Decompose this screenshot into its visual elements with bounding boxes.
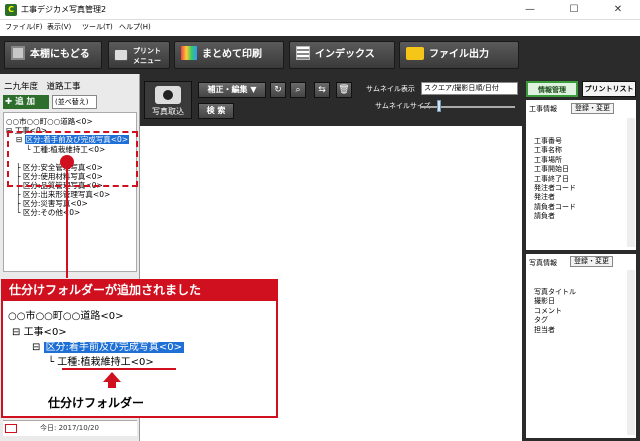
add-folder-button[interactable]: ✚ 追 加 xyxy=(3,95,49,109)
work-field-label: 工事名称 xyxy=(534,146,562,155)
camera-icon xyxy=(155,86,181,104)
zoom-tree-node-site: ○○市○○町○○道路<0> xyxy=(8,311,124,322)
bulk-print-button[interactable]: まとめて印刷 xyxy=(174,41,284,69)
collapse-icon: ⊟ xyxy=(12,327,24,338)
work-field-label: 請負者 xyxy=(534,212,555,221)
print-menu-button[interactable]: プリント メニュー xyxy=(108,41,170,69)
photo-import-button[interactable]: 写真取込 xyxy=(144,81,192,119)
thumbnail-size-slider[interactable] xyxy=(420,106,515,108)
thumbnail-display-select[interactable]: スクエア/撮影日順/日付 xyxy=(421,82,518,95)
index-icon xyxy=(296,46,310,60)
highlight-connector xyxy=(66,168,68,278)
sort-folder-underline xyxy=(62,368,176,370)
photo-field-list: 写真タイトル 撮影日 コメント タグ 担当者 xyxy=(534,288,576,335)
up-arrow-stem xyxy=(108,381,116,388)
work-info-scrollbar[interactable] xyxy=(627,118,635,247)
photo-info-label: 写真情報 xyxy=(529,259,557,267)
tab-print-list[interactable]: プリントリスト xyxy=(582,81,636,97)
photo-field-label: 写真タイトル xyxy=(534,288,576,296)
photo-field-label: 撮影日 xyxy=(534,297,555,306)
photo-info-scrollbar[interactable] xyxy=(627,270,635,435)
photo-field-label: 担当者 xyxy=(534,325,555,334)
menu-tools[interactable]: ツール(T) xyxy=(82,22,113,32)
bulk-print-icon xyxy=(181,46,197,60)
work-info-box: 工事情報 登録・変更 工事番号 工事名称 工事場所 工事開始日 工事終了日 発注者コード発… xyxy=(526,100,636,250)
sort-folder-caption: 仕分けフォルダー xyxy=(48,396,145,410)
back-to-bookshelf-button[interactable]: 本棚にもどる xyxy=(4,41,102,69)
work-info-register-button[interactable]: 登録・変更 xyxy=(571,103,614,114)
rotate-icon[interactable]: ↻ xyxy=(270,82,286,98)
photo-info-register-button[interactable]: 登録・変更 xyxy=(570,256,613,267)
plus-icon: ✚ xyxy=(5,97,16,107)
work-field-label: 工事終了日 xyxy=(534,174,569,183)
zoom-tree-node-category: ⊟ 区分:着手前及び完成写真<0> xyxy=(32,342,185,353)
today-date: 今日: 2017/10/20 xyxy=(40,424,99,432)
zoom-icon[interactable]: ⌕ xyxy=(290,82,306,98)
calendar-icon[interactable] xyxy=(5,424,17,433)
zoom-tree-node-sort-folder: └ 工種:植栽維持工<0> xyxy=(48,357,154,368)
collapse-icon: ⊟ xyxy=(32,342,44,353)
project-title: 二九年度 道路工事 xyxy=(4,82,81,92)
app-icon: C xyxy=(5,4,17,16)
work-info-label: 工事情報 xyxy=(529,105,557,113)
bookshelf-icon xyxy=(11,46,25,60)
work-field-list: 工事番号 工事名称 工事場所 工事開始日 工事終了日 発注者コード 発注者 請負者コード 請負者 xyxy=(534,137,576,222)
maximize-button[interactable]: ☐ xyxy=(552,0,596,20)
edit-correct-button[interactable]: 補正・編集 ▼ xyxy=(198,82,266,98)
menu-view[interactable]: 表示(V) xyxy=(47,22,71,32)
minimize-button[interactable]: — xyxy=(508,0,552,20)
work-field-label: 工事番号 xyxy=(534,137,562,145)
photo-field-label: タグ xyxy=(534,316,548,325)
printer-icon xyxy=(114,49,128,61)
swap-icon[interactable]: ⇆ xyxy=(314,82,330,98)
index-button[interactable]: インデックス xyxy=(289,41,395,69)
sort-select[interactable]: (並べ替え) xyxy=(52,95,97,109)
folder-icon xyxy=(406,46,424,60)
callout-banner: 仕分けフォルダーが追加されました xyxy=(1,279,278,301)
tab-info-management[interactable]: 情報管理 xyxy=(526,81,578,97)
work-field-label: 請負者コード xyxy=(534,202,576,211)
close-button[interactable]: ✕ xyxy=(596,0,640,20)
work-field-label: 発注者 xyxy=(534,193,555,202)
file-output-button[interactable]: ファイル出力 xyxy=(399,41,519,69)
trash-icon[interactable]: 🗑 xyxy=(336,82,352,98)
zoom-tree-node-work: ⊟ 工事<0> xyxy=(12,327,67,338)
tree-branch-icon: └ xyxy=(48,357,58,368)
highlight-dot xyxy=(60,155,74,169)
search-button[interactable]: 検 索 xyxy=(198,103,234,119)
menu-file[interactable]: ファイル(F) xyxy=(5,22,43,32)
menu-help[interactable]: ヘルプ(H) xyxy=(119,22,151,32)
thumbnail-display-label: サムネイル表示 xyxy=(366,85,415,93)
work-field-label: 工事開始日 xyxy=(534,165,569,174)
photo-info-box: 写真情報 登録・変更 写真タイトル 撮影日 コメント タグ 担当者 xyxy=(526,254,636,438)
work-field-label: 工事場所 xyxy=(534,155,562,164)
tree-branch-icon: └ xyxy=(16,208,23,217)
thumbnail-size-slider-thumb[interactable] xyxy=(437,100,441,112)
tree-node-category-other[interactable]: └ 区分:その他<0> xyxy=(16,207,80,218)
window-title: 工事デジカメ写真管理2 xyxy=(21,5,107,14)
photo-field-label: コメント xyxy=(534,306,562,315)
